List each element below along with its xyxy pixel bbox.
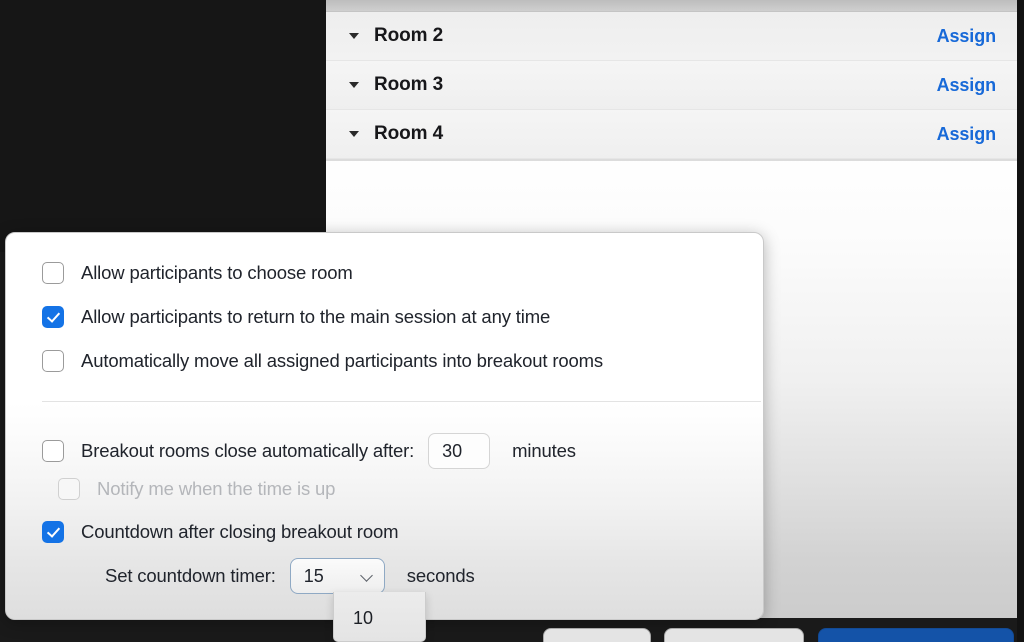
dialog-footer xyxy=(0,628,1024,642)
screen-right-edge xyxy=(1017,0,1024,642)
window-titlebar xyxy=(326,0,1018,12)
checkbox-icon xyxy=(58,478,80,500)
assign-link[interactable]: Assign xyxy=(937,26,997,47)
countdown-timer-select[interactable]: 15 xyxy=(289,558,385,594)
chevron-down-icon xyxy=(361,570,374,583)
checkbox-icon[interactable] xyxy=(42,440,64,462)
footer-button-primary[interactable] xyxy=(818,628,1014,642)
chevron-down-icon[interactable] xyxy=(348,131,360,137)
option-allow-return-main-session[interactable]: Allow participants to return to the main… xyxy=(42,306,550,328)
breakout-options-dialog: Allow participants to choose room Allow … xyxy=(5,232,764,620)
option-label: Allow participants to choose room xyxy=(81,262,353,283)
room-name: Room 3 xyxy=(374,74,444,95)
assign-link[interactable]: Assign xyxy=(937,75,997,96)
room-row[interactable]: Room 2 Assign xyxy=(326,12,1018,61)
room-name: Room 4 xyxy=(374,123,444,144)
footer-button-secondary-2[interactable] xyxy=(664,628,804,642)
room-row[interactable]: Room 3 Assign xyxy=(326,61,1018,110)
video-panel xyxy=(0,0,326,252)
auto-close-minutes-input[interactable]: 30 xyxy=(428,433,491,469)
countdown-timer-value: 15 xyxy=(303,565,324,586)
option-countdown-after-closing[interactable]: Countdown after closing breakout room xyxy=(42,521,399,543)
list-bottom-edge xyxy=(326,159,1018,161)
option-notify-time-up[interactable]: Notify me when the time is up xyxy=(58,478,335,500)
checkbox-checked-icon[interactable] xyxy=(42,306,64,328)
checkbox-checked-icon[interactable] xyxy=(42,521,64,543)
option-label: Notify me when the time is up xyxy=(97,478,336,499)
option-label: Automatically move all assigned particip… xyxy=(81,350,604,371)
countdown-timer-row: Set countdown timer: 15 seconds xyxy=(105,558,475,594)
checkbox-icon[interactable] xyxy=(42,262,64,284)
option-label: Countdown after closing breakout room xyxy=(81,521,399,542)
dropdown-option[interactable]: 10 xyxy=(334,592,425,629)
option-allow-choose-room[interactable]: Allow participants to choose room xyxy=(42,262,353,284)
assign-link[interactable]: Assign xyxy=(937,124,997,145)
seconds-unit-label: seconds xyxy=(406,565,475,586)
room-row[interactable]: Room 4 Assign xyxy=(326,110,1018,159)
option-auto-move-participants[interactable]: Automatically move all assigned particip… xyxy=(42,350,603,372)
footer-button-secondary-1[interactable] xyxy=(543,628,651,642)
chevron-down-icon[interactable] xyxy=(348,33,360,39)
room-name: Room 2 xyxy=(374,25,444,46)
minutes-unit-label: minutes xyxy=(512,440,576,461)
section-divider xyxy=(42,401,761,402)
option-auto-close-rooms[interactable]: Breakout rooms close automatically after… xyxy=(42,433,576,469)
screen-root: Room 2 Assign Room 3 Assign Room 4 Assig… xyxy=(0,0,1024,642)
option-label: Allow participants to return to the main… xyxy=(81,306,551,327)
checkbox-icon[interactable] xyxy=(42,350,64,372)
option-label: Breakout rooms close automatically after… xyxy=(81,440,415,461)
chevron-down-icon[interactable] xyxy=(348,82,360,88)
room-list: Room 2 Assign Room 3 Assign Room 4 Assig… xyxy=(326,12,1018,161)
countdown-timer-label: Set countdown timer: xyxy=(105,565,276,586)
countdown-timer-dropdown[interactable]: 10 xyxy=(333,592,426,642)
